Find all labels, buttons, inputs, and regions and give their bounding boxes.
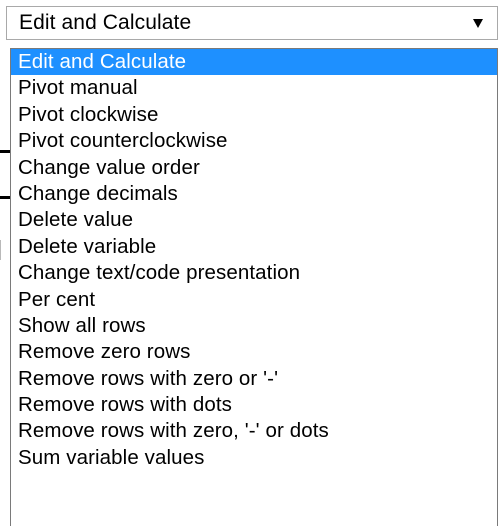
background-divider (0, 240, 1, 260)
dropdown-option[interactable]: Change text/code presentation (11, 260, 497, 286)
dropdown-option[interactable]: Pivot clockwise (11, 102, 497, 128)
dropdown-option[interactable]: Remove rows with dots (11, 392, 497, 418)
background-fragment (0, 196, 10, 199)
dropdown-option[interactable]: Remove zero rows (11, 339, 497, 365)
background-fragment (0, 150, 10, 153)
page: Edit and Calculate Edit and Calculate Piv… (0, 0, 504, 526)
triangle-down-icon[interactable] (469, 14, 487, 32)
dropdown-option[interactable]: Change value order (11, 155, 497, 181)
dropdown-option[interactable]: Edit and Calculate (11, 49, 497, 76)
dropdown-option[interactable]: Sum variable values (11, 445, 497, 471)
underlying-page (0, 0, 10, 526)
action-select-value: Edit and Calculate (19, 11, 192, 34)
action-dropdown-list: Edit and Calculate Pivot manual Pivot cloc… (10, 48, 498, 526)
dropdown-option[interactable]: Remove rows with zero or '-' (11, 366, 497, 392)
dropdown-option[interactable]: Pivot counterclockwise (11, 128, 497, 154)
dropdown-option[interactable]: Per cent (11, 287, 497, 313)
dropdown-option[interactable]: Delete value (11, 207, 497, 233)
dropdown-option[interactable]: Show all rows (11, 313, 497, 339)
dropdown-option[interactable]: Delete variable (11, 234, 497, 260)
dropdown-option[interactable]: Change decimals (11, 181, 497, 207)
dropdown-option[interactable]: Pivot manual (11, 75, 497, 101)
dropdown-option[interactable]: Remove rows with zero, '-' or dots (11, 418, 497, 444)
action-select[interactable]: Edit and Calculate (6, 6, 498, 40)
